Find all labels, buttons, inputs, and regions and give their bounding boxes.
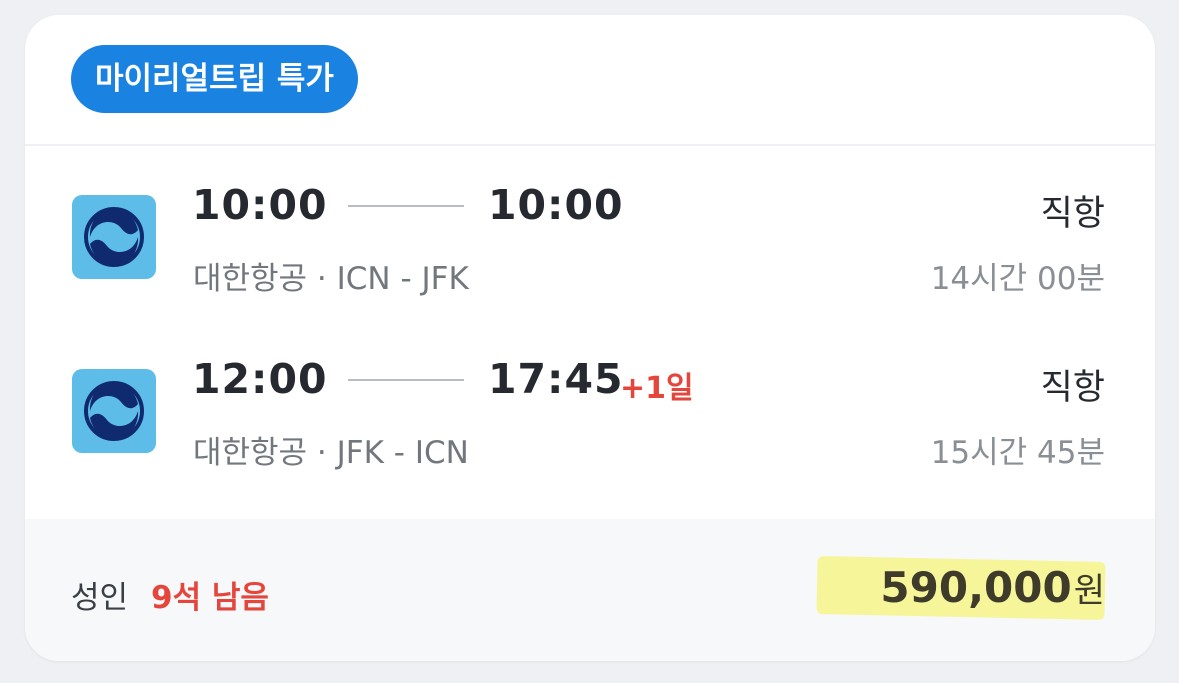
seats-left-label: 9석 남음 <box>151 580 269 616</box>
badge-row: 마이리얼트립 특가 <box>25 15 1155 146</box>
arrival-time: 10:00 <box>488 181 624 229</box>
departure-time: 12:00 <box>192 355 328 403</box>
airline-route: 대한항공 · JFK - ICN <box>193 435 469 471</box>
price-amount: 590,000 <box>880 563 1072 612</box>
arrival-time: 17:45 <box>488 355 624 403</box>
special-deal-badge: 마이리얼트립 특가 <box>71 45 358 113</box>
flight-duration: 15시간 45분 <box>930 435 1105 471</box>
route-divider-line <box>348 205 464 207</box>
stops-label: 직항 <box>1040 368 1105 408</box>
flight-offer-card[interactable]: 마이리얼트립 특가 10:00 10:00 대한항공 · ICN - JFK 직… <box>25 15 1155 661</box>
flight-duration: 14시간 00분 <box>930 261 1105 297</box>
total-price: 590,000원 <box>880 563 1105 612</box>
flight-segment-outbound: 10:00 10:00 대한항공 · ICN - JFK 직항 14시간 00분 <box>25 175 1155 305</box>
price-currency: 원 <box>1073 571 1105 611</box>
stops-label: 직항 <box>1040 194 1105 234</box>
price-footer: 성인 9석 남음 590,000원 <box>25 519 1155 661</box>
korean-air-logo-icon <box>72 195 156 279</box>
korean-air-logo-icon <box>72 369 156 453</box>
day-offset: +1일 <box>620 371 694 406</box>
flight-segment-return: 12:00 17:45 +1일 대한항공 · JFK - ICN 직항 15시간… <box>25 349 1155 479</box>
airline-route: 대한항공 · ICN - JFK <box>193 261 469 297</box>
departure-time: 10:00 <box>192 181 328 229</box>
passenger-type-label: 성인 <box>71 580 129 616</box>
route-divider-line <box>348 379 464 381</box>
